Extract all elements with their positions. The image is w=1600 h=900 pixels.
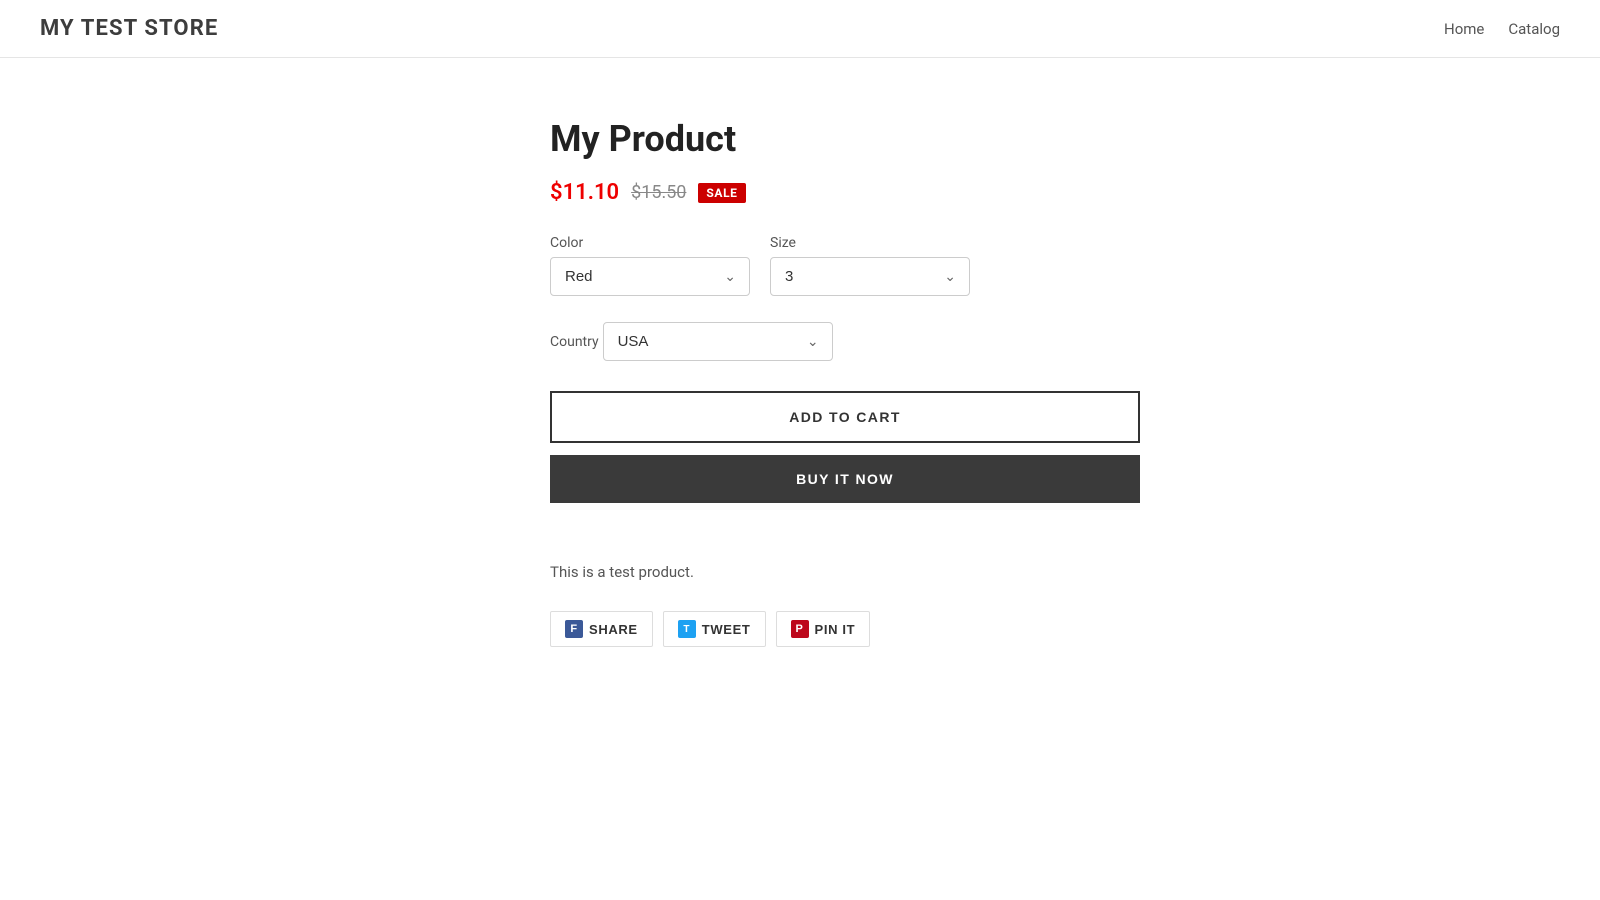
color-select-wrapper: Red Blue Green Black ⌄ bbox=[550, 257, 750, 296]
nav-catalog[interactable]: Catalog bbox=[1508, 20, 1560, 38]
pinterest-share-label: PIN IT bbox=[815, 622, 856, 637]
pinterest-share-button[interactable]: P PIN IT bbox=[776, 611, 871, 647]
size-option-group: Size 1 2 3 4 5 ⌄ bbox=[770, 235, 970, 296]
country-option-group: Country USA Canada UK Australia ⌄ bbox=[550, 316, 1210, 361]
original-price: $15.50 bbox=[631, 182, 686, 203]
country-label: Country bbox=[550, 334, 599, 350]
site-header: MY TEST STORE Home Catalog bbox=[0, 0, 1600, 58]
color-select[interactable]: Red Blue Green Black bbox=[550, 257, 750, 296]
size-label: Size bbox=[770, 235, 970, 251]
social-share-row: f SHARE t TWEET P PIN IT bbox=[550, 611, 1210, 647]
size-select[interactable]: 1 2 3 4 5 bbox=[770, 257, 970, 296]
buy-it-now-button[interactable]: BUY IT NOW bbox=[550, 455, 1140, 503]
store-title: MY TEST STORE bbox=[40, 16, 218, 41]
product-page: My Product $11.10 $15.50 SALE Color Red … bbox=[350, 58, 1250, 707]
product-description: This is a test product. bbox=[550, 563, 1210, 581]
facebook-icon: f bbox=[565, 620, 583, 638]
twitter-share-label: TWEET bbox=[702, 622, 751, 637]
sale-price: $11.10 bbox=[550, 180, 619, 205]
nav-home[interactable]: Home bbox=[1444, 20, 1484, 38]
country-select-wrapper: USA Canada UK Australia ⌄ bbox=[603, 322, 833, 361]
product-title: My Product bbox=[550, 118, 1210, 160]
facebook-share-label: SHARE bbox=[589, 622, 638, 637]
price-row: $11.10 $15.50 SALE bbox=[550, 180, 1210, 205]
facebook-share-button[interactable]: f SHARE bbox=[550, 611, 653, 647]
options-grid: Color Red Blue Green Black ⌄ Size 1 2 3 … bbox=[550, 235, 1210, 296]
pinterest-icon: P bbox=[791, 620, 809, 638]
main-nav: Home Catalog bbox=[1444, 20, 1560, 38]
sale-badge: SALE bbox=[698, 183, 745, 203]
color-option-group: Color Red Blue Green Black ⌄ bbox=[550, 235, 750, 296]
twitter-icon: t bbox=[678, 620, 696, 638]
size-select-wrapper: 1 2 3 4 5 ⌄ bbox=[770, 257, 970, 296]
twitter-share-button[interactable]: t TWEET bbox=[663, 611, 766, 647]
country-select[interactable]: USA Canada UK Australia bbox=[603, 322, 833, 361]
add-to-cart-button[interactable]: ADD TO CART bbox=[550, 391, 1140, 443]
color-label: Color bbox=[550, 235, 750, 251]
